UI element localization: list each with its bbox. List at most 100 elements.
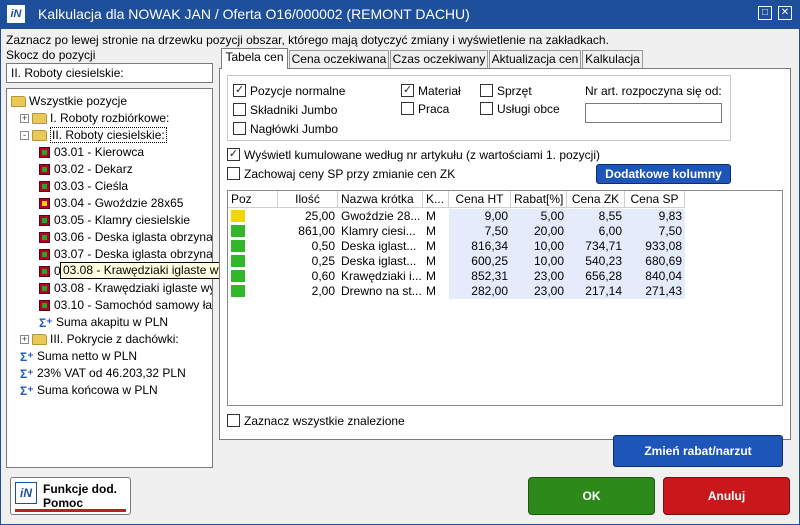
table-cell[interactable]: 0,50 — [278, 239, 338, 254]
filter-sprzet[interactable]: Sprzęt — [480, 83, 532, 98]
table-cell[interactable]: M — [423, 239, 449, 254]
checkbox-uslugi-obce[interactable] — [480, 102, 493, 116]
table-cell[interactable]: 23,00 — [511, 284, 567, 299]
checkbox-cumulative[interactable]: ✓ — [227, 148, 240, 162]
table-cell[interactable]: 7,50 — [625, 224, 685, 239]
tab-aktualizacja-cen[interactable]: Aktualizacja cen — [489, 50, 581, 68]
select-all-option[interactable]: Zaznacz wszystkie znalezione — [227, 413, 405, 428]
column-header[interactable]: Cena SP — [625, 191, 685, 208]
nr-art-input[interactable] — [585, 103, 722, 123]
tree-item[interactable]: 03.05 - Klamry ciesielskie — [39, 212, 190, 228]
table-cell[interactable]: M — [423, 224, 449, 239]
table-cell[interactable]: M — [423, 269, 449, 284]
funkcje-button[interactable]: iN Funkcje dod. Pomoc — [10, 477, 131, 515]
table-cell[interactable]: 0,25 — [278, 254, 338, 269]
table-cell[interactable]: 840,04 — [625, 269, 685, 284]
expand-icon[interactable]: + — [20, 335, 29, 345]
tree-item[interactable]: 03.08 - Krawędziaki iglaste wy — [39, 280, 212, 296]
tree-item[interactable]: 03.07 - Deska iglasta obrzyna — [39, 246, 212, 262]
tree-item[interactable]: Σ⁺ Suma akapitu w PLN — [39, 314, 168, 330]
table-cell[interactable]: 734,71 — [567, 239, 625, 254]
table-cell[interactable]: 861,00 — [278, 224, 338, 239]
table-cell[interactable]: 9,00 — [449, 209, 511, 224]
checkbox-select-all[interactable] — [227, 414, 240, 428]
column-header[interactable]: K... — [423, 191, 449, 208]
ok-button[interactable]: OK — [528, 477, 655, 515]
extra-columns-button[interactable]: Dodatkowe kolumny — [596, 164, 731, 184]
table-cell[interactable]: 816,34 — [449, 239, 511, 254]
table-cell[interactable]: Deska iglast... — [338, 239, 423, 254]
table-cell[interactable]: 852,31 — [449, 269, 511, 284]
option-keep-sp[interactable]: Zachowaj ceny SP przy zmianie cen ZK — [227, 166, 455, 181]
tree-item[interactable]: Σ⁺ Suma netto w PLN — [20, 348, 137, 364]
checkbox-sprzet[interactable] — [480, 84, 493, 98]
table-cell[interactable]: 10,00 — [511, 254, 567, 269]
filter-praca[interactable]: Praca — [401, 101, 449, 116]
filter-material[interactable]: ✓ Materiał — [401, 83, 461, 98]
table-cell[interactable]: M — [423, 284, 449, 299]
option-cumulative[interactable]: ✓ Wyświetl kumulowane według nr artykułu … — [227, 147, 600, 162]
column-header[interactable]: Ilość — [278, 191, 338, 208]
table-cell[interactable]: Deska iglast... — [338, 254, 423, 269]
column-header[interactable]: Cena ZK — [567, 191, 625, 208]
table-cell[interactable]: 600,25 — [449, 254, 511, 269]
column-header[interactable]: Rabat[%] — [511, 191, 567, 208]
tree-item[interactable]: 03.04 - Gwoździe 28x65 — [39, 195, 183, 211]
filter-uslugi-obce[interactable]: Usługi obce — [480, 101, 560, 116]
cancel-button[interactable]: Anuluj — [663, 477, 790, 515]
checkbox-praca[interactable] — [401, 102, 414, 116]
table-cell[interactable]: 680,69 — [625, 254, 685, 269]
tree-item[interactable]: 03.02 - Dekarz — [39, 161, 133, 177]
table-cell[interactable]: 0,60 — [278, 269, 338, 284]
table-cell[interactable]: Drewno na st... — [338, 284, 423, 299]
table-cell[interactable]: 7,50 — [449, 224, 511, 239]
table-cell[interactable]: 933,08 — [625, 239, 685, 254]
table-cell[interactable]: 23,00 — [511, 269, 567, 284]
table-cell[interactable]: 20,00 — [511, 224, 567, 239]
tab-tabela-cen[interactable]: Tabela cen — [221, 48, 288, 69]
table-cell[interactable]: 2,00 — [278, 284, 338, 299]
tree-item[interactable]: + I. Roboty rozbiórkowe: — [20, 110, 169, 126]
checkbox-skladniki-jumbo[interactable] — [233, 103, 246, 117]
table-cell[interactable]: 540,23 — [567, 254, 625, 269]
table-cell[interactable]: M — [423, 254, 449, 269]
checkbox-keep-sp[interactable] — [227, 167, 240, 181]
filter-skladniki-jumbo[interactable]: Składniki Jumbo — [233, 102, 337, 117]
tree-item[interactable]: Wszystkie pozycje — [11, 93, 127, 109]
tab-kalkulacja[interactable]: Kalkulacja — [582, 50, 643, 68]
filter-naglowki-jumbo[interactable]: Nagłówki Jumbo — [233, 121, 338, 136]
table-cell[interactable]: Gwoździe 28... — [338, 209, 423, 224]
close-icon[interactable]: ✕ — [778, 6, 792, 20]
tab-czas-oczekiwany[interactable]: Czas oczekiwany — [390, 50, 488, 68]
maximize-icon[interactable]: □ — [758, 6, 772, 20]
tree-item[interactable]: 03.03 - Cieśla — [39, 178, 128, 194]
checkbox-naglowki-jumbo[interactable] — [233, 122, 246, 136]
column-header[interactable]: Cena HT — [449, 191, 511, 208]
filter-pozycje-normalne[interactable]: ✓ Pozycje normalne — [233, 83, 345, 98]
table-cell[interactable]: 8,55 — [567, 209, 625, 224]
change-discount-button[interactable]: Zmień rabat/narzut — [613, 435, 783, 467]
checkbox-pozycje-normalne[interactable]: ✓ — [233, 84, 246, 98]
table-cell[interactable]: Klamry ciesi... — [338, 224, 423, 239]
expand-icon[interactable]: + — [20, 114, 29, 124]
tree-item[interactable]: 03.10 - Samochód samowy ła — [39, 297, 212, 313]
column-header[interactable]: Poz — [228, 191, 278, 208]
tree-item[interactable]: 03.01 - Kierowca — [39, 144, 144, 160]
tree-item[interactable]: Σ⁺ 23% VAT od 46.203,32 PLN — [20, 365, 186, 381]
collapse-icon[interactable]: - — [20, 131, 29, 141]
tree-item[interactable]: Σ⁺ Suma końcowa w PLN — [20, 382, 158, 398]
column-header[interactable]: Nazwa krótka — [338, 191, 423, 208]
table-cell[interactable]: 6,00 — [567, 224, 625, 239]
table-cell[interactable]: 271,43 — [625, 284, 685, 299]
tree-item[interactable]: 03.06 - Deska iglasta obrzyna — [39, 229, 212, 245]
tab-cena-oczekiwana[interactable]: Cena oczekiwana — [289, 50, 389, 68]
price-table[interactable]: Poz Ilość Nazwa krótka K... Cena HT Rabat[%] C… — [227, 190, 783, 406]
tree-item[interactable]: - II. Roboty ciesielskie: — [20, 127, 167, 143]
jump-input[interactable]: II. Roboty ciesielskie: — [6, 63, 213, 83]
table-cell[interactable]: 5,00 — [511, 209, 567, 224]
checkbox-material[interactable]: ✓ — [401, 84, 414, 98]
table-cell[interactable]: Krawędziaki i... — [338, 269, 423, 284]
table-cell[interactable]: 282,00 — [449, 284, 511, 299]
table-cell[interactable]: 25,00 — [278, 209, 338, 224]
table-cell[interactable]: 656,28 — [567, 269, 625, 284]
